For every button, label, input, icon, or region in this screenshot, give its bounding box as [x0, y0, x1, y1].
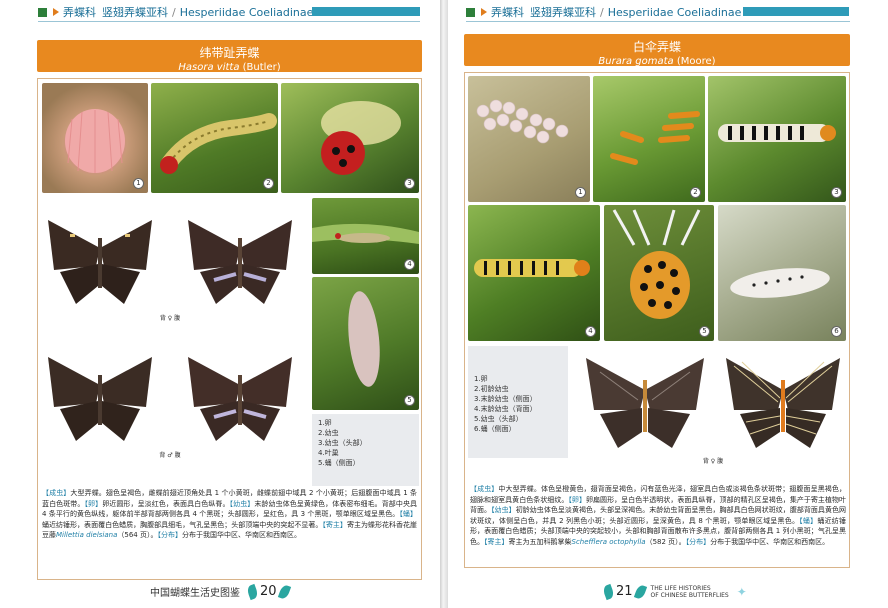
header-arrow-icon [481, 8, 487, 16]
header-family: 弄蝶科 [491, 6, 524, 19]
species-chinese-name: 白伞弄蝶 [632, 40, 681, 54]
photo-number: 5 [699, 326, 710, 337]
book-gutter [440, 0, 448, 608]
species-title-box: 白伞弄蝶 Burara gomata (Moore) [464, 34, 850, 67]
book-title: 中国蝴蝶生活史图鉴 [150, 588, 240, 599]
key-item: 6.蛹（侧面） [474, 425, 516, 433]
right-footer: 21 THE LIFE HISTORIES OF CHINESE BUTTERF… [601, 583, 747, 600]
butterfly-female-ventral [726, 358, 840, 448]
photo-female-dorsal [40, 208, 160, 308]
header-latin: Hesperiidae Coeliadinae [179, 5, 314, 19]
photo-female-dorsal [580, 352, 710, 452]
photo-last-instar-side: 3 [708, 76, 846, 202]
caption-male: 背 ♂ 腹 [159, 452, 181, 459]
photo-pupa: 5 [312, 277, 419, 410]
header-subfamily: 竖翅弄蝶亚科 [102, 6, 168, 19]
key-item: 5.蛹（侧面） [318, 459, 360, 467]
photo-pupa: 6 [718, 205, 846, 341]
header-rule [466, 21, 850, 22]
right-page: 弄蝶科 竖翅弄蝶亚科 / Hesperiidae Coeliadinae 白伞弄… [448, 0, 888, 608]
species-chinese-name: 纬带趾弄蝶 [199, 46, 260, 60]
photo-number: 5 [404, 395, 415, 406]
eggs-illustration [476, 99, 569, 144]
first-instar-illustration [610, 111, 700, 165]
leaf-icon [245, 583, 260, 600]
photo-number: 3 [831, 187, 842, 198]
photo-number: 1 [133, 178, 144, 189]
butterfly-male-dorsal [48, 357, 152, 441]
photo-leaf-shelter: 4 [312, 198, 419, 274]
key-item: 3.幼虫（头部） [318, 439, 367, 447]
key-item: 2.幼虫 [318, 429, 339, 437]
leaf-icon [601, 583, 616, 600]
larva-illustration [160, 113, 277, 174]
left-page: 弄蝶科 竖翅弄蝶亚科 / Hesperiidae Coeliadinae 纬带趾… [0, 0, 440, 608]
photo-female-ventral [180, 208, 300, 308]
photo-female-ventral [720, 352, 846, 452]
header-bar [743, 7, 849, 16]
header-family: 弄蝶科 [63, 6, 96, 19]
photo-egg: 1 [42, 83, 148, 193]
photo-number: 2 [690, 187, 701, 198]
last-instar-dorsal-illustration [474, 259, 590, 277]
photo-number: 3 [404, 178, 415, 189]
last-instar-side-illustration [718, 124, 836, 142]
photo-number: 2 [263, 178, 274, 189]
caption-female: 背 ♀ 腹 [702, 458, 724, 465]
larva-head-illustration [612, 209, 701, 319]
page-number: 21 [616, 584, 633, 599]
photo-last-instar-dorsal: 4 [468, 205, 600, 341]
key-item: 5.幼虫（头部） [474, 415, 523, 423]
pupa-illustration [348, 291, 380, 387]
key-item: 1.卵 [474, 375, 488, 383]
key-item: 3.末龄幼虫（侧面） [474, 395, 537, 403]
key-item: 4.叶巢 [318, 449, 339, 457]
species-description: 【成虫】中大型弄蝶。体色呈橙黄色，翅背面呈褐色，闪有蓝色光泽，翅室具白色或淡褐色… [470, 485, 847, 546]
leaf-icon [633, 583, 647, 600]
leaf-shelter-illustration [312, 223, 419, 244]
header-subfamily: 竖翅弄蝶亚科 [530, 6, 596, 19]
butterfly-female-dorsal [48, 220, 152, 304]
species-title-box: 纬带趾弄蝶 Hasora vitta (Butler) [37, 40, 422, 73]
pupa-illustration [730, 268, 830, 298]
header-latin: Hesperiidae Coeliadinae [607, 5, 742, 19]
header-rule [38, 21, 420, 22]
butterfly-icon: ✦ [736, 584, 747, 599]
larva-head-illustration [321, 101, 401, 175]
photo-male-ventral [180, 345, 300, 445]
page-number: 20 [260, 584, 277, 599]
species-latin-name: Burara gomata (Moore) [598, 56, 716, 67]
leaf-icon [277, 583, 291, 600]
header-square-icon [466, 7, 475, 17]
photo-larva: 2 [151, 83, 278, 193]
header-bar [312, 7, 420, 16]
photo-larva-head: 3 [281, 83, 419, 193]
key-item: 1.卵 [318, 419, 332, 427]
photo-number: 6 [831, 326, 842, 337]
caption-female: 背 ♀ 腹 [159, 315, 181, 322]
photo-number: 4 [404, 259, 415, 270]
header-square-icon [38, 7, 47, 17]
english-book-title: THE LIFE HISTORIES OF CHINESE BUTTERFLIE… [650, 584, 729, 599]
photo-number: 4 [585, 326, 596, 337]
egg-illustration [65, 109, 125, 173]
key-item: 2.初龄幼虫 [474, 385, 509, 393]
species-description: 【成虫】大型弄蝶。翅色呈褐色，雌蝶前翅近顶角处具 1 个小黄斑，雌蝶前翅中域具 … [42, 489, 418, 539]
photo-male-dorsal [40, 345, 160, 445]
left-running-header: 弄蝶科 竖翅弄蝶亚科 / Hesperiidae Coeliadinae [38, 4, 313, 20]
photo-first-instar: 2 [593, 76, 705, 202]
photo-key: 1.卵 2.幼虫 3.幼虫（头部） 4.叶巢 5.蛹（侧面） [312, 414, 419, 486]
photo-eggs: 1 [468, 76, 590, 202]
butterfly-male-ventral [188, 357, 292, 441]
photo-larva-head: 5 [604, 205, 714, 341]
header-arrow-icon [53, 8, 59, 16]
butterfly-female-dorsal [586, 358, 704, 448]
species-latin-name: Hasora vitta (Butler) [178, 62, 281, 73]
right-running-header: 弄蝶科 竖翅弄蝶亚科 / Hesperiidae Coeliadinae [466, 4, 741, 20]
butterfly-female-ventral [188, 220, 292, 304]
photo-key: 1.卵 2.初龄幼虫 3.末龄幼虫（侧面） 4.末龄幼虫（背面） 5.幼虫（头部… [468, 346, 568, 458]
left-footer: 中国蝴蝶生活史图鉴 20 [150, 583, 291, 600]
photo-number: 1 [575, 187, 586, 198]
key-item: 4.末龄幼虫（背面） [474, 405, 537, 413]
